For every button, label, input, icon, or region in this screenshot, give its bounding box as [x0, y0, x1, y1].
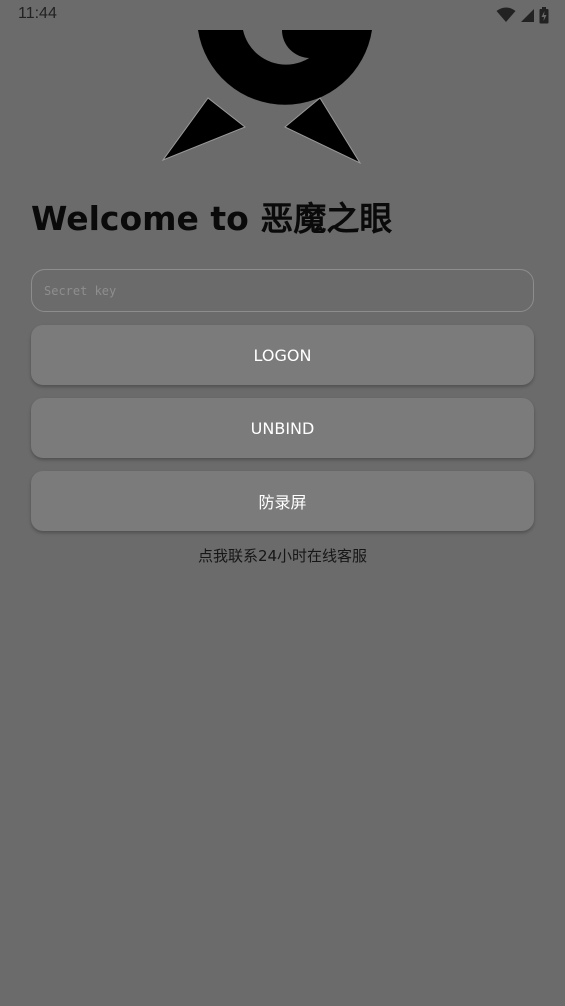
customer-service-link[interactable]: 点我联系24小时在线客服	[0, 545, 565, 566]
demon-eye-logo	[161, 30, 372, 165]
anti-record-button[interactable]: 防录屏	[31, 471, 534, 531]
status-bar: 11:44	[0, 0, 565, 30]
logon-button[interactable]: LOGON	[31, 325, 534, 385]
battery-icon	[539, 6, 549, 23]
secret-key-input[interactable]	[31, 269, 534, 312]
welcome-title: Welcome to 恶魔之眼	[31, 199, 393, 238]
status-icons	[496, 6, 549, 24]
cell-signal-icon	[521, 8, 534, 22]
status-time: 11:44	[18, 5, 57, 22]
unbind-button[interactable]: UNBIND	[31, 398, 534, 458]
wifi-icon	[496, 7, 516, 22]
